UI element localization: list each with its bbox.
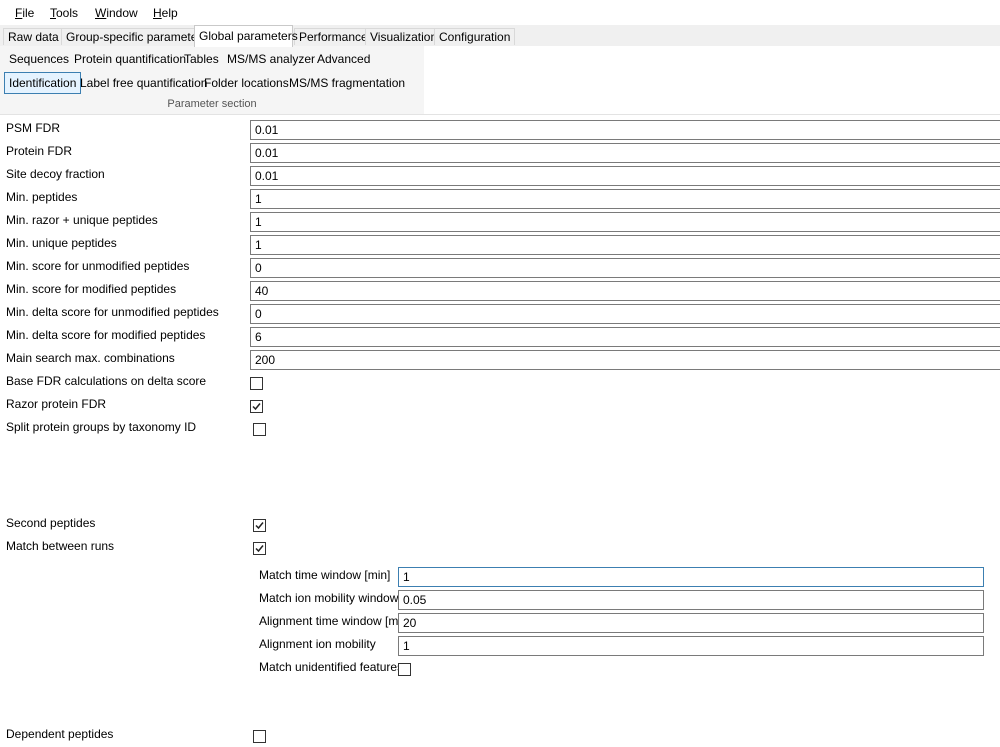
ribbon-tab-advanced[interactable]: Advanced [315, 48, 372, 70]
checkmark-icon [255, 522, 264, 530]
min-delta-score-modified-label: Min. delta score for modified peptides [6, 328, 206, 342]
alignment-ion-mobility-label: Alignment ion mobility [259, 637, 376, 651]
psm-fdr-input[interactable] [250, 120, 1000, 140]
ribbon-tab-sequences[interactable]: Sequences [7, 48, 71, 70]
menu-tools[interactable]: Tools [50, 6, 78, 20]
match-unidentified-features-checkbox[interactable] [398, 663, 411, 676]
ribbon-tab-tables[interactable]: Tables [182, 48, 221, 70]
match-unidentified-features-label: Match unidentified features [259, 660, 404, 674]
min-razor-unique-peptides-input[interactable] [250, 212, 1000, 232]
tab-performance[interactable]: Performance [294, 28, 373, 45]
min-razor-unique-peptides-label: Min. razor + unique peptides [6, 213, 158, 227]
protein-fdr-label: Protein FDR [6, 144, 73, 158]
menu-bar: File Tools Window Help [0, 0, 1000, 25]
alignment-time-window-label: Alignment time window [min] [259, 614, 412, 628]
base-fdr-delta-score-label: Base FDR calculations on delta score [6, 374, 207, 388]
min-score-modified-input[interactable] [250, 281, 1000, 301]
min-peptides-label: Min. peptides [6, 190, 78, 204]
ribbon-tab-identification[interactable]: Identification [4, 72, 82, 94]
razor-protein-fdr-checkbox[interactable] [250, 400, 263, 413]
tab-visualization[interactable]: Visualization [365, 28, 443, 45]
razor-protein-fdr-label: Razor protein FDR [6, 397, 107, 411]
site-decoy-fraction-input[interactable] [250, 166, 1000, 186]
dependent-peptides-checkbox[interactable] [253, 730, 266, 743]
menu-window[interactable]: Window [95, 6, 138, 20]
min-score-unmodified-input[interactable] [250, 258, 1000, 278]
psm-fdr-label: PSM FDR [6, 121, 60, 135]
ribbon-caption: Parameter section [167, 98, 257, 110]
match-between-runs-checkbox[interactable] [253, 542, 266, 555]
dependent-peptides-label: Dependent peptides [6, 727, 114, 741]
split-protein-groups-taxonomy-label: Split protein groups by taxonomy ID [6, 420, 197, 434]
alignment-time-window-input[interactable] [398, 613, 984, 633]
site-decoy-fraction-label: Site decoy fraction [6, 167, 105, 181]
main-tab-strip: Raw data Group-specific parameters Globa… [0, 25, 1000, 47]
second-peptides-checkbox[interactable] [253, 519, 266, 532]
protein-fdr-input[interactable] [250, 143, 1000, 163]
match-between-runs-label: Match between runs [6, 539, 115, 553]
min-score-unmodified-label: Min. score for unmodified peptides [6, 259, 190, 273]
ribbon-blank-area [424, 46, 1000, 114]
second-peptides-label: Second peptides [6, 516, 96, 530]
min-delta-score-unmodified-label: Min. delta score for unmodified peptides [6, 305, 219, 319]
min-unique-peptides-label: Min. unique peptides [6, 236, 117, 250]
tab-configuration[interactable]: Configuration [434, 28, 516, 45]
parameter-section-ribbon: Sequences Protein quantification Tables … [0, 46, 425, 114]
ribbon-tab-folder-locations[interactable]: Folder locations [202, 72, 291, 94]
main-search-max-combinations-label: Main search max. combinations [6, 351, 175, 365]
min-delta-score-unmodified-input[interactable] [250, 304, 1000, 324]
ribbon-tab-msms-analyzer[interactable]: MS/MS analyzer [225, 48, 317, 70]
tab-global-parameters[interactable]: Global parameters [194, 25, 298, 47]
split-protein-groups-taxonomy-checkbox[interactable] [253, 423, 266, 436]
min-delta-score-modified-input[interactable] [250, 327, 1000, 347]
min-peptides-input[interactable] [250, 189, 1000, 209]
tab-raw-data[interactable]: Raw data [3, 28, 64, 45]
ribbon-tab-protein-quantification[interactable]: Protein quantification [72, 48, 188, 70]
match-time-window-input[interactable] [398, 567, 984, 587]
min-unique-peptides-input[interactable] [250, 235, 1000, 255]
tab-group-specific-parameters[interactable]: Group-specific parameters [61, 28, 213, 45]
base-fdr-delta-score-checkbox[interactable] [250, 377, 263, 390]
alignment-ion-mobility-input[interactable] [398, 636, 984, 656]
checkmark-icon [252, 403, 261, 411]
match-time-window-label: Match time window [min] [259, 568, 391, 582]
ribbon-tab-msms-fragmentation[interactable]: MS/MS fragmentation [287, 72, 407, 94]
main-search-max-combinations-input[interactable] [250, 350, 1000, 370]
ribbon-divider [0, 114, 1000, 115]
min-score-modified-label: Min. score for modified peptides [6, 282, 177, 296]
menu-file[interactable]: File [15, 6, 34, 20]
checkmark-icon [255, 545, 264, 553]
ribbon-tab-label-free-quantification[interactable]: Label free quantification [78, 72, 209, 94]
match-ion-mobility-window-input[interactable] [398, 590, 984, 610]
menu-help[interactable]: Help [153, 6, 178, 20]
match-ion-mobility-window-label: Match ion mobility window [259, 591, 399, 605]
